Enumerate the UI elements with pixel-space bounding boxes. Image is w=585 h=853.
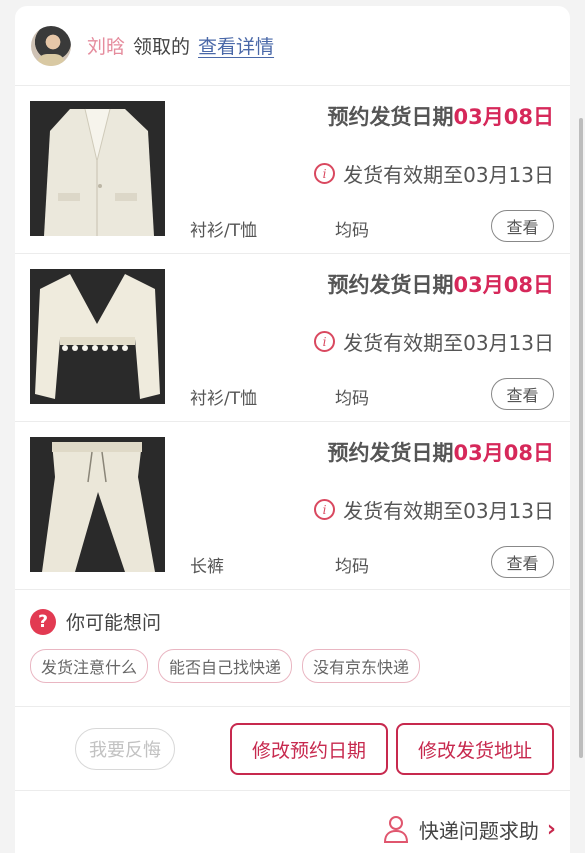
product-item: 预约发货日期03月08日 i 发货有效期至03月13日 衬衫/T恤 均码 查看 bbox=[15, 86, 570, 254]
order-card: 刘晗 领取的 查看详情 预约发货日期03月08日 i 发货有效期至03月13日 … bbox=[15, 6, 570, 853]
faq-chip-no-jd-courier[interactable]: 没有京东快递 bbox=[302, 649, 421, 683]
ship-date-title: 预约发货日期03月08日 bbox=[327, 105, 554, 129]
validity-text: 发货有效期至03月13日 bbox=[343, 163, 554, 187]
validity-row: i 发货有效期至03月13日 bbox=[314, 495, 554, 524]
validity-text: 发货有效期至03月13日 bbox=[343, 499, 554, 523]
action-bar: 我要反悔 修改预约日期 修改发货地址 bbox=[15, 707, 570, 791]
courier-help-row[interactable]: 快递问题求助 › bbox=[15, 791, 570, 853]
ship-date-title: 预约发货日期03月08日 bbox=[327, 273, 554, 297]
view-button[interactable]: 查看 bbox=[491, 210, 554, 242]
validity-row: i 发货有效期至03月13日 bbox=[314, 327, 554, 356]
claim-text: 领取的 bbox=[133, 36, 191, 58]
validity-text: 发货有效期至03月13日 bbox=[343, 331, 554, 355]
info-icon: i bbox=[314, 331, 336, 352]
faq-chip-own-courier[interactable]: 能否自己找快递 bbox=[158, 649, 293, 683]
info-icon: i bbox=[314, 163, 336, 184]
validity-row: i 发货有效期至03月13日 bbox=[314, 159, 554, 188]
cardigan-image[interactable] bbox=[30, 269, 165, 404]
size-label: 均码 bbox=[335, 557, 369, 577]
cardigan-icon bbox=[30, 269, 165, 404]
trousers-image[interactable] bbox=[30, 437, 165, 572]
size-label: 均码 bbox=[335, 389, 369, 409]
change-address-button[interactable]: 修改发货地址 bbox=[396, 723, 554, 775]
user-name[interactable]: 刘晗 bbox=[87, 32, 125, 59]
person-icon bbox=[383, 816, 408, 843]
claim-header: 刘晗 领取的 查看详情 bbox=[15, 6, 570, 86]
faq-chip-shipping-notes[interactable]: 发货注意什么 bbox=[30, 649, 149, 683]
chevron-right-icon: › bbox=[546, 816, 556, 842]
faq-title: 你可能想问 bbox=[66, 612, 162, 634]
view-button[interactable]: 查看 bbox=[491, 378, 554, 410]
faq-header: ? 你可能想问 bbox=[30, 608, 570, 635]
blazer-image[interactable] bbox=[30, 101, 165, 236]
blazer-icon bbox=[30, 101, 165, 236]
product-item: 预约发货日期03月08日 i 发货有效期至03月13日 衬衫/T恤 均码 查看 bbox=[15, 254, 570, 422]
ship-date-title: 预约发货日期03月08日 bbox=[327, 441, 554, 465]
category-label: 长裤 bbox=[190, 557, 224, 577]
category-label: 衬衫/T恤 bbox=[190, 221, 258, 241]
regret-button[interactable]: 我要反悔 bbox=[75, 728, 175, 770]
faq-chips: 发货注意什么 能否自己找快递 没有京东快递 bbox=[30, 649, 570, 683]
avatar[interactable] bbox=[31, 25, 71, 66]
category-label: 衬衫/T恤 bbox=[190, 389, 258, 409]
scrollbar[interactable] bbox=[579, 118, 583, 758]
courier-help-label: 快递问题求助 bbox=[418, 818, 539, 843]
size-label: 均码 bbox=[335, 221, 369, 241]
change-date-button[interactable]: 修改预约日期 bbox=[230, 723, 388, 775]
faq-section: ? 你可能想问 发货注意什么 能否自己找快递 没有京东快递 bbox=[15, 590, 570, 707]
product-item: 预约发货日期03月08日 i 发货有效期至03月13日 长裤 均码 查看 bbox=[15, 422, 570, 590]
question-icon: ? bbox=[30, 608, 56, 635]
view-details-link[interactable]: 查看详情 bbox=[198, 32, 274, 59]
ship-date: 03月08日 bbox=[453, 273, 554, 297]
ship-date: 03月08日 bbox=[453, 441, 554, 465]
ship-date: 03月08日 bbox=[453, 105, 554, 129]
view-button[interactable]: 查看 bbox=[491, 546, 554, 578]
info-icon: i bbox=[314, 499, 336, 520]
trousers-icon bbox=[30, 437, 165, 572]
